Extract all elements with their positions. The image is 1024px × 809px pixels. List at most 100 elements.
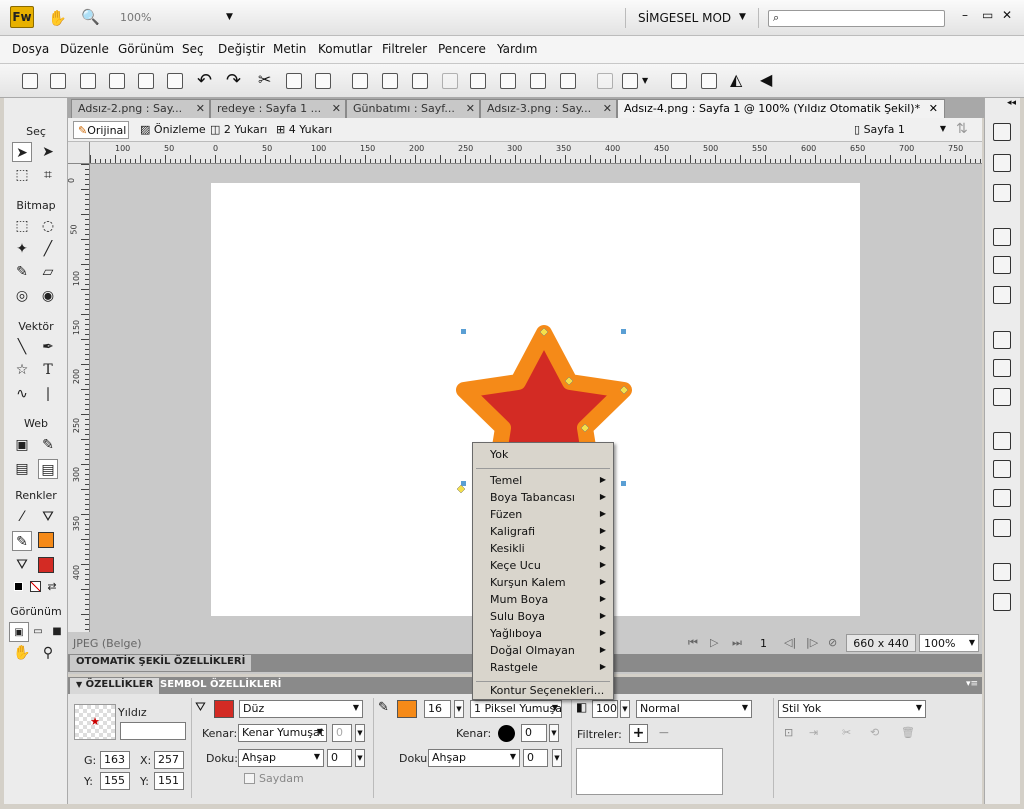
- import-icon[interactable]: [109, 73, 125, 89]
- panel-menu-icon[interactable]: ▾≡: [966, 679, 978, 689]
- menu-item-basic[interactable]: Temel: [490, 474, 522, 487]
- menu-item-watercolor[interactable]: Sulu Boya: [490, 610, 545, 623]
- eyedropper-tool-icon[interactable]: ⁄: [12, 507, 32, 527]
- filters-list[interactable]: [576, 748, 723, 795]
- menu-sec[interactable]: Seç: [182, 42, 204, 56]
- open-icon[interactable]: [80, 73, 96, 89]
- print-icon[interactable]: [167, 73, 183, 89]
- object-name-field[interactable]: [120, 722, 186, 740]
- menu-dosya[interactable]: Dosya: [12, 42, 49, 56]
- fill-edge-value[interactable]: 0: [332, 724, 352, 742]
- group-icon[interactable]: [352, 73, 368, 89]
- tab-adsiz-4[interactable]: Adsız-4.png : Sayfa 1 @ 100% (Yıldız Oto…: [617, 99, 945, 118]
- crop-tool-icon[interactable]: ⌗: [38, 165, 58, 185]
- no-color-icon[interactable]: [30, 581, 41, 592]
- menu-item-none[interactable]: Yok: [490, 448, 508, 461]
- zoom-select[interactable]: 100% ▼: [919, 634, 979, 652]
- prev-frame-icon[interactable]: ◁|: [784, 636, 796, 649]
- paint-bucket-icon[interactable]: ⛛: [38, 507, 58, 527]
- play-icon[interactable]: ▷: [710, 636, 718, 649]
- redefine-style-icon[interactable]: ⇥: [809, 726, 818, 739]
- swap-colors-icon[interactable]: ⇄: [42, 577, 62, 597]
- stroke-edge-value[interactable]: 0: [521, 724, 547, 742]
- magic-wand-icon[interactable]: ✦: [12, 239, 32, 259]
- menu-item-pencil[interactable]: Kurşun Kalem: [490, 576, 566, 589]
- opacity-spinner[interactable]: ▼: [620, 700, 630, 718]
- hand-tool-icon[interactable]: ✋: [12, 643, 32, 663]
- bring-forward-icon[interactable]: [500, 73, 516, 89]
- new-style-icon[interactable]: ⊡: [784, 726, 793, 739]
- menu-pencere[interactable]: Pencere: [438, 42, 486, 56]
- fill-color-swatch[interactable]: [38, 557, 54, 573]
- hotspot-tool-icon[interactable]: ▣: [12, 435, 32, 455]
- export-icon[interactable]: [138, 73, 154, 89]
- tab-auto-shape-properties[interactable]: OTOMATİK ŞEKİL ÖZELLİKLERİ: [70, 655, 252, 671]
- stroke-texture-spinner[interactable]: ▼: [552, 749, 562, 767]
- join-icon[interactable]: [412, 73, 428, 89]
- stroke-color-swatch[interactable]: [397, 700, 417, 718]
- ungroup-icon[interactable]: [382, 73, 398, 89]
- style-select[interactable]: Stil Yok: [778, 700, 926, 718]
- menu-filtreler[interactable]: Filtreler: [382, 42, 427, 56]
- zoom-dropdown-icon[interactable]: ▼: [226, 12, 233, 22]
- control-point[interactable]: [456, 484, 466, 494]
- menu-item-felt-tip[interactable]: Keçe Ucu: [490, 559, 541, 572]
- copy-icon[interactable]: [286, 73, 302, 89]
- pen-tool-icon[interactable]: ✒: [38, 337, 58, 357]
- page-selector[interactable]: ▯ Sayfa 1 ▼: [854, 123, 946, 136]
- subselect-tool-icon[interactable]: ➤: [38, 142, 58, 162]
- minimize-icon[interactable]: –: [962, 8, 968, 22]
- maximize-icon[interactable]: ▭: [982, 8, 993, 22]
- swatches-grid-icon[interactable]: [993, 388, 1011, 406]
- edit-panel-icon[interactable]: [993, 460, 1011, 478]
- transparent-checkbox[interactable]: [244, 773, 255, 784]
- states-panel-icon[interactable]: [993, 154, 1011, 172]
- rotate-ccw-icon[interactable]: [671, 73, 687, 89]
- mode-dropdown-icon[interactable]: ▼: [739, 12, 746, 22]
- stop-icon[interactable]: ⊘: [828, 636, 837, 649]
- stroke-texture-value[interactable]: 0: [523, 749, 548, 767]
- redeye-tool-icon[interactable]: ◉: [38, 286, 58, 306]
- remove-filter-button[interactable]: −: [658, 725, 670, 741]
- tab-symbol-properties[interactable]: SEMBOL ÖZELLİKLERİ: [154, 678, 287, 694]
- blur-tool-icon[interactable]: ◎: [12, 286, 32, 306]
- stroke-color-swatch[interactable]: [38, 532, 54, 548]
- symbols-club-icon[interactable]: [993, 563, 1011, 581]
- selection-handle[interactable]: [621, 481, 626, 486]
- pages-panel-icon[interactable]: [993, 123, 1011, 141]
- delete-style-icon[interactable]: 🗑: [901, 726, 915, 739]
- text-tool-icon[interactable]: T: [38, 360, 58, 380]
- layers-align-icon[interactable]: [993, 184, 1011, 202]
- standard-screen-icon[interactable]: ▣: [9, 622, 29, 642]
- tab-gunbatimi[interactable]: Günbatımı : Sayf... ✕: [346, 99, 480, 118]
- bring-front-icon[interactable]: [470, 73, 486, 89]
- library-panel-icon[interactable]: [993, 593, 1011, 611]
- stroke-pencil-icon[interactable]: ✎: [12, 531, 32, 551]
- menu-item-airbrush[interactable]: Boya Tabancası: [490, 491, 575, 504]
- cut-icon[interactable]: ✂: [258, 70, 271, 89]
- transform-panel-icon[interactable]: [993, 432, 1011, 450]
- search-input[interactable]: ⌕: [768, 10, 945, 27]
- stroke-texture-select[interactable]: Ahşap: [428, 749, 520, 767]
- save-icon[interactable]: [50, 73, 66, 89]
- pencil-tool-icon[interactable]: ✎: [12, 262, 32, 282]
- zoom-tool-icon[interactable]: ⚲: [38, 643, 58, 663]
- styles-fx-icon[interactable]: [993, 331, 1011, 349]
- close-tab-icon[interactable]: ✕: [196, 102, 205, 115]
- flip-vertical-icon[interactable]: ◀: [760, 70, 772, 89]
- scale-tool-icon[interactable]: ⬚: [12, 165, 32, 185]
- dock-collapse-icon[interactable]: ◂◂: [1007, 98, 1016, 108]
- menu-yardim[interactable]: Yardım: [497, 42, 537, 56]
- opacity-field[interactable]: 100: [592, 700, 618, 718]
- menu-item-crayon[interactable]: Mum Boya: [490, 593, 548, 606]
- knife-tool-icon[interactable]: ∣: [38, 384, 58, 404]
- align-icon[interactable]: [622, 73, 638, 89]
- menu-item-random[interactable]: Rastgele: [490, 661, 538, 674]
- selection-handle[interactable]: [461, 329, 466, 334]
- zoom-icon[interactable]: 🔍: [81, 8, 100, 26]
- fill-texture-select[interactable]: Ahşap: [238, 749, 324, 767]
- marquee-tool-icon[interactable]: ⬚: [12, 216, 32, 236]
- pointer-tool-icon[interactable]: ➤: [12, 142, 32, 162]
- fill-edge-spinner[interactable]: ▼: [355, 724, 365, 742]
- send-back-icon[interactable]: [560, 73, 576, 89]
